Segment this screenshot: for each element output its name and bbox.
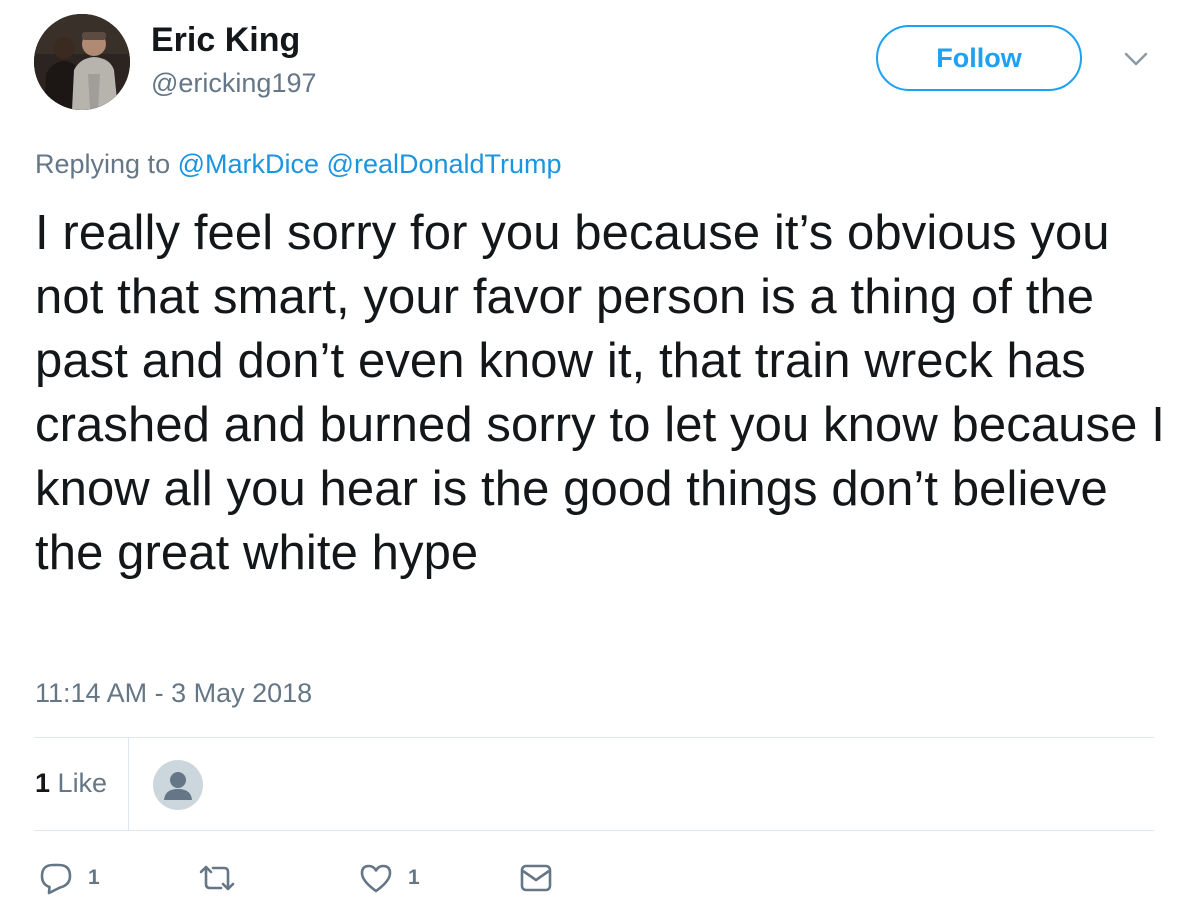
liker-avatar[interactable] <box>153 760 203 810</box>
tweet-timestamp[interactable]: 11:14 AM - 3 May 2018 <box>35 676 312 710</box>
retweet-icon <box>199 865 235 891</box>
reply-icon <box>40 863 72 895</box>
divider-bottom <box>34 830 1154 831</box>
likes-stat-label: Like <box>57 768 108 798</box>
like-count: 1 <box>408 866 420 889</box>
mention-link-markdice[interactable]: @MarkDice <box>178 149 319 179</box>
author-avatar[interactable] <box>34 14 130 110</box>
author-display-name[interactable]: Eric King <box>151 20 300 60</box>
stats-divider <box>128 738 129 830</box>
reply-context-prefix: Replying to <box>35 149 171 179</box>
reply-count: 1 <box>88 866 100 889</box>
like-button[interactable]: 1 <box>358 860 420 896</box>
mention-link-realdonaldtrump[interactable]: @realDonaldTrump <box>327 149 562 179</box>
likes-stat-count: 1 <box>35 768 51 798</box>
retweet-button[interactable] <box>196 860 238 896</box>
direct-message-button[interactable] <box>519 860 553 896</box>
likes-stat[interactable]: 1 Like <box>35 766 107 800</box>
default-profile-icon <box>164 772 192 800</box>
divider-top <box>34 737 1154 738</box>
author-handle[interactable]: @ericking197 <box>151 66 317 100</box>
author-avatar-photo <box>34 14 130 110</box>
more-options-button[interactable] <box>1122 48 1150 70</box>
follow-button[interactable]: Follow <box>876 25 1082 91</box>
reply-button[interactable]: 1 <box>38 860 100 896</box>
heart-icon <box>360 864 392 893</box>
tweet-text: I really feel sorry for you because it’s… <box>35 206 1165 580</box>
chevron-down-icon <box>1124 52 1148 66</box>
reply-context: Replying to @MarkDice @realDonaldTrump <box>35 147 562 181</box>
envelope-icon <box>520 864 552 892</box>
